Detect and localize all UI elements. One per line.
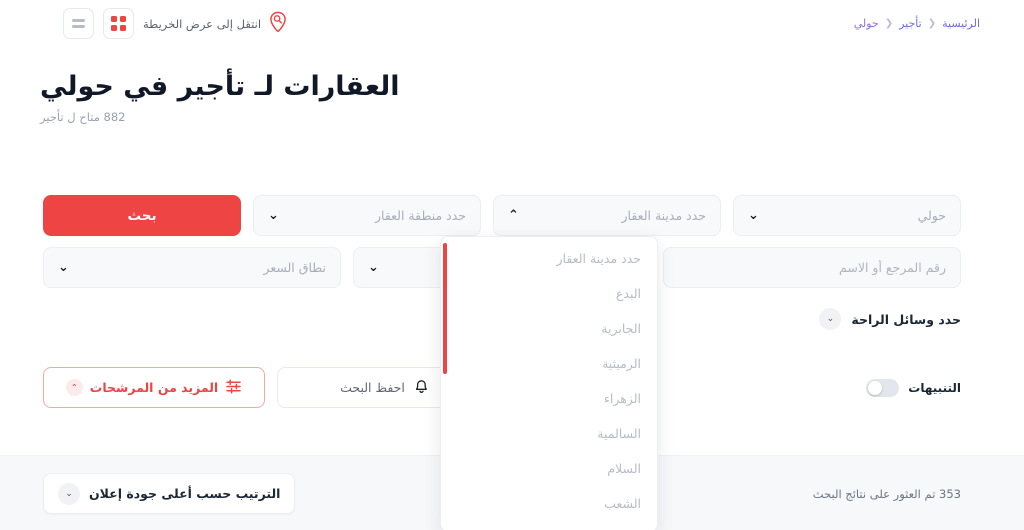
page-title: العقارات لـ تأجير في حولي — [40, 71, 400, 102]
chevron-up-icon: ⌃ — [508, 208, 519, 223]
alerts-label: التنبيهات — [908, 380, 961, 395]
area-select[interactable]: حدد منطقة العقار ⌄ — [253, 195, 481, 236]
city-dropdown-menu[interactable]: حدد مدينة العقار البدع الجابرية الرميثية… — [440, 236, 658, 530]
chevron-down-icon: ⌄ — [748, 208, 759, 223]
page-subtitle: 882 متاح ل تأجير — [40, 109, 126, 124]
results-count: 353 تم العثور على نتائج البحث — [812, 486, 961, 501]
top-bar: انتقل إلى عرض الخريطة الرئيسية ❮ تأجير ❮… — [0, 0, 1024, 56]
governorate-select[interactable]: حولي ⌄ — [733, 195, 961, 236]
chevron-down-icon: ⌄ — [58, 260, 69, 275]
bell-icon — [413, 377, 430, 398]
city-dropdown-item-albada[interactable]: البدع — [441, 276, 657, 311]
search-page: انتقل إلى عرض الخريطة الرئيسية ❮ تأجير ❮… — [0, 0, 1024, 530]
governorate-select-value: حولي — [917, 208, 946, 223]
chevron-down-icon: ⌄ — [368, 260, 379, 275]
amenities-select[interactable]: حدد وسائل الراحة ⌄ — [819, 308, 961, 330]
city-select-value: حدد مدينة العقار — [621, 208, 707, 223]
save-search-label: احفظ البحث — [340, 380, 405, 395]
chevron-down-icon: ⌄ — [58, 482, 80, 505]
breadcrumb-item-rent[interactable]: تأجير — [899, 17, 922, 30]
breadcrumb: الرئيسية ❮ تأجير ❮ حولي — [0, 17, 1024, 30]
city-dropdown-item-alsalmiya[interactable]: السالمية — [441, 416, 657, 451]
price-range-select-value: نطاق السعر — [263, 260, 326, 275]
amenities-label: حدد وسائل الراحة — [851, 311, 961, 327]
sort-dropdown[interactable]: الترتيب حسب أعلى جودة إعلان ⌄ — [43, 473, 296, 514]
city-dropdown-scrollbar-thumb[interactable] — [443, 243, 447, 374]
city-dropdown-item-aljabriya[interactable]: الجابرية — [441, 311, 657, 346]
more-filters-label: المزيد من المرشحات — [89, 380, 219, 395]
chevron-up-icon: ⌃ — [65, 379, 83, 396]
breadcrumb-item-hawally[interactable]: حولي — [854, 17, 879, 30]
sort-dropdown-label: الترتيب حسب أعلى جودة إعلان — [89, 486, 281, 501]
breadcrumb-item-home[interactable]: الرئيسية — [942, 17, 980, 30]
search-action-buttons: احفظ البحث ⌃ المزيد من المرشحات — [43, 367, 493, 408]
search-button[interactable]: بحث — [43, 195, 241, 236]
city-dropdown-item-placeholder[interactable]: حدد مدينة العقار — [441, 241, 657, 276]
breadcrumb-separator-icon: ❮ — [927, 18, 937, 29]
city-dropdown-item-alsalam[interactable]: السلام — [441, 451, 657, 486]
city-dropdown-item-alshaab[interactable]: الشعب — [441, 486, 657, 521]
breadcrumb-separator-icon: ❮ — [884, 18, 894, 29]
city-select[interactable]: حدد مدينة العقار ⌃ — [493, 195, 721, 236]
reference-or-name-input[interactable] — [663, 247, 961, 288]
sliders-icon — [225, 378, 242, 397]
city-dropdown-scrollbar-track[interactable] — [442, 239, 447, 530]
area-select-value: حدد منطقة العقار — [374, 208, 466, 223]
more-filters-button[interactable]: ⌃ المزيد من المرشحات — [43, 367, 265, 408]
filter-row-primary: حولي ⌄ حدد مدينة العقار ⌃ حدد منطقة العق… — [43, 195, 961, 236]
city-dropdown-item-alzahra[interactable]: الزهراء — [441, 381, 657, 416]
alerts-toggle-group: التنبيهات — [866, 378, 961, 397]
chevron-down-icon: ⌄ — [819, 308, 842, 330]
chevron-down-icon: ⌄ — [268, 208, 279, 223]
page-heading: العقارات لـ تأجير في حولي 882 متاح ل تأج… — [40, 70, 980, 124]
price-range-select[interactable]: نطاق السعر ⌄ — [43, 247, 341, 288]
alerts-toggle[interactable] — [866, 378, 900, 397]
city-dropdown-list: حدد مدينة العقار البدع الجابرية الرميثية… — [441, 237, 657, 530]
alerts-toggle-knob — [868, 380, 883, 395]
city-dropdown-item-alrumaithiya[interactable]: الرميثية — [441, 346, 657, 381]
